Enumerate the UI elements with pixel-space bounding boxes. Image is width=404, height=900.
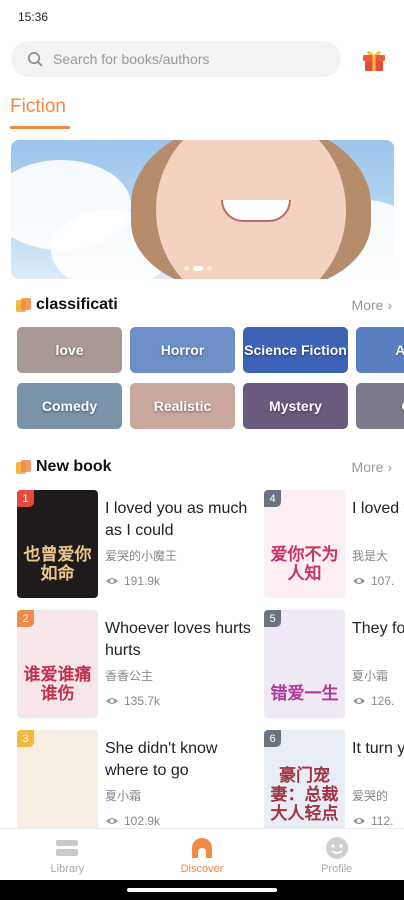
tab-discover[interactable]: Discover (135, 829, 270, 881)
carousel-dot (184, 266, 189, 271)
book-views: 126. (352, 694, 394, 708)
banner-smile (221, 200, 291, 222)
views-count: 191.9k (124, 574, 161, 588)
category-comedy[interactable]: Comedy (17, 383, 122, 429)
book-title: I loved you as much as I could (105, 500, 248, 539)
search-icon (28, 52, 43, 67)
book-card[interactable]: 1 也曾爱你如命 I loved you as much as I could 爱哭的… (17, 490, 257, 598)
book-card[interactable]: 2 谁爱谁痛谁伤 Whoever loves hurts hurts 香香公主 135.… (17, 610, 257, 718)
book-views: 135.7k (105, 694, 160, 708)
book-card[interactable]: 6 豪门宠妻：总裁大人轻点 It turn you is 爱哭的 112. (264, 730, 404, 828)
category-mystery[interactable]: Mystery (243, 383, 348, 429)
search-bar[interactable] (11, 41, 341, 77)
carousel-dot (207, 266, 212, 271)
eye-icon (353, 578, 365, 584)
rank-badge: 3 (17, 730, 34, 747)
tab-library[interactable]: Library (0, 829, 135, 881)
views-count: 126. (371, 694, 395, 708)
rank-badge: 1 (17, 490, 34, 507)
rank-badge: 6 (264, 730, 281, 747)
library-icon (56, 839, 79, 856)
views-count: 112. (371, 814, 394, 828)
category-love[interactable]: love (17, 327, 122, 373)
more-link[interactable]: More › (352, 459, 392, 475)
profile-icon (325, 836, 348, 859)
section-title: classificati (36, 296, 118, 313)
book-card[interactable]: 4 爱你不为人知 I loved you no or 我是大 107. (264, 490, 404, 598)
home-indicator (127, 888, 277, 892)
book-cover[interactable]: 2 谁爱谁痛谁伤 (17, 610, 98, 718)
carousel-indicator (184, 266, 212, 271)
book-title: I loved you no or (352, 500, 404, 517)
book-views: 191.9k (105, 574, 160, 588)
category-science-fiction[interactable]: Science Fiction (243, 327, 348, 373)
book-cover[interactable]: 1 也曾爱你如命 (17, 490, 98, 598)
more-link[interactable]: More › (352, 297, 392, 313)
book-card[interactable]: 3 She didn't know where to go 夏小霜 102.9k (17, 730, 257, 828)
book-title: They for th (352, 620, 404, 637)
rank-badge: 2 (17, 610, 34, 627)
new-book-header: New book More › (16, 458, 392, 476)
book-views: 102.9k (105, 814, 160, 828)
section-icon (16, 460, 32, 474)
category-realistic[interactable]: Realistic (130, 383, 235, 429)
views-count: 107. (371, 574, 395, 588)
classification-header: classificati More › (16, 296, 392, 314)
eye-icon (353, 818, 365, 824)
section-icon (16, 298, 32, 312)
category-horror[interactable]: Horror (130, 327, 235, 373)
book-views: 107. (352, 574, 394, 588)
system-home-bar (0, 880, 404, 900)
views-count: 102.9k (124, 814, 161, 828)
book-views: 112. (352, 814, 393, 828)
category-more[interactable]: Ci (356, 383, 404, 429)
eye-icon (106, 818, 118, 824)
bottom-tab-bar: Library Discover Profile (0, 828, 404, 881)
book-cover[interactable]: 5 错爱一生 (264, 610, 345, 718)
book-author: 我是大 (352, 549, 389, 563)
category-grid: love Horror Science Fiction Adv Comedy R… (17, 327, 404, 439)
book-author: 爱哭的小魔王 (105, 549, 178, 563)
search-input[interactable] (51, 50, 315, 68)
book-card[interactable]: 5 错爱一生 They for th 夏小霜 126. (264, 610, 404, 718)
book-author: 夏小霜 (105, 789, 142, 803)
eye-icon (106, 578, 118, 584)
rank-badge: 4 (264, 490, 281, 507)
tab-fiction[interactable]: Fiction (10, 96, 66, 118)
cover-title: 爱你不为人知 (270, 545, 339, 584)
status-time: 15:36 (18, 10, 49, 24)
tab-underline (10, 126, 70, 129)
eye-icon (106, 698, 118, 704)
book-title: It turn you is (352, 740, 404, 757)
discover-icon (192, 837, 212, 858)
tab-profile[interactable]: Profile (269, 829, 404, 881)
book-title: Whoever loves hurts hurts (105, 620, 251, 659)
views-count: 135.7k (124, 694, 161, 708)
new-book-list: 1 也曾爱你如命 I loved you as much as I could 爱哭的… (17, 490, 404, 828)
cover-title: 也曾爱你如命 (23, 545, 92, 584)
book-author: 夏小霜 (352, 669, 389, 683)
book-author: 爱哭的 (352, 789, 389, 803)
cover-title: 谁爱谁痛谁伤 (23, 665, 92, 704)
cover-title: 错爱一生 (270, 684, 339, 704)
book-cover[interactable]: 4 爱你不为人知 (264, 490, 345, 598)
gift-icon[interactable] (360, 46, 388, 72)
cover-title: 豪门宠妻：总裁大人轻点 (270, 766, 339, 824)
carousel-dot-active (193, 266, 203, 271)
book-cover[interactable]: 3 (17, 730, 98, 828)
category-adventure[interactable]: Adv (356, 327, 404, 373)
banner-carousel[interactable] (11, 140, 394, 279)
book-author: 香香公主 (105, 669, 154, 683)
section-title: New book (36, 458, 112, 475)
rank-badge: 5 (264, 610, 281, 627)
book-title: She didn't know where to go (105, 740, 218, 779)
eye-icon (353, 698, 365, 704)
book-cover[interactable]: 6 豪门宠妻：总裁大人轻点 (264, 730, 345, 828)
